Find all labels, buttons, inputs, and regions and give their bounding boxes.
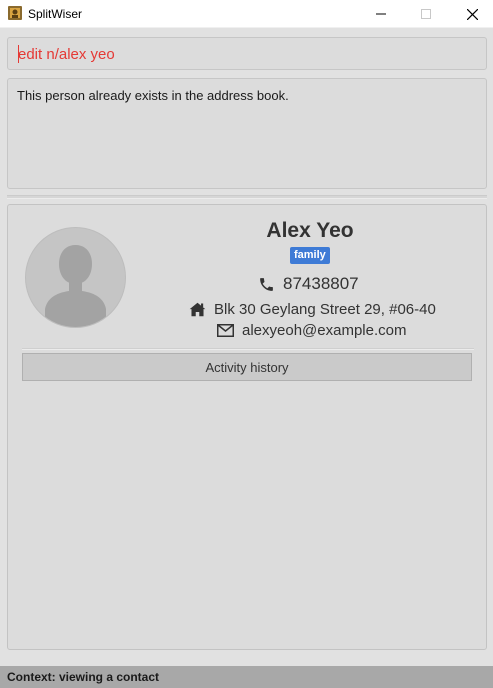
minimize-icon xyxy=(376,13,386,15)
contact-detail-panel: Alex Yeo family 87438807 Blk 30 Geylang … xyxy=(7,204,487,650)
status-bar: Context: viewing a contact xyxy=(0,666,493,688)
phone-icon xyxy=(260,277,273,291)
home-icon xyxy=(189,302,206,316)
minimize-button[interactable] xyxy=(358,0,404,28)
command-text: edit n/alex yeo xyxy=(18,46,115,63)
contact-email-row: alexyeoh@example.com xyxy=(217,320,406,340)
result-display[interactable]: This person already exists in the addres… xyxy=(7,78,487,189)
contact-email: alexyeoh@example.com xyxy=(242,321,407,339)
result-message: This person already exists in the addres… xyxy=(17,88,289,103)
app-icon xyxy=(8,6,22,20)
envelope-icon xyxy=(217,323,234,337)
contact-phone: 87438807 xyxy=(283,274,359,293)
window-title: SplitWiser xyxy=(28,7,83,21)
contact-phone-row: 87438807 xyxy=(258,273,359,295)
close-icon xyxy=(466,8,478,20)
command-input[interactable]: edit n/alex yeo xyxy=(7,37,487,70)
contact-address-row: Blk 30 Geylang Street 29, #06-40 xyxy=(189,299,436,319)
status-text: Context: viewing a contact xyxy=(7,670,160,684)
maximize-icon xyxy=(421,9,431,19)
window-titlebar[interactable]: SplitWiser xyxy=(0,0,493,28)
default-avatar-icon xyxy=(25,227,126,328)
split-pane-divider[interactable] xyxy=(7,195,487,199)
activity-history-button[interactable]: Activity history xyxy=(22,353,472,381)
contact-name: Alex Yeo xyxy=(266,219,354,242)
section-separator xyxy=(22,348,474,350)
tag-badge: family xyxy=(290,247,330,264)
contact-address: Blk 30 Geylang Street 29, #06-40 xyxy=(214,300,436,318)
maximize-button[interactable] xyxy=(403,0,449,28)
close-button[interactable] xyxy=(449,0,493,28)
